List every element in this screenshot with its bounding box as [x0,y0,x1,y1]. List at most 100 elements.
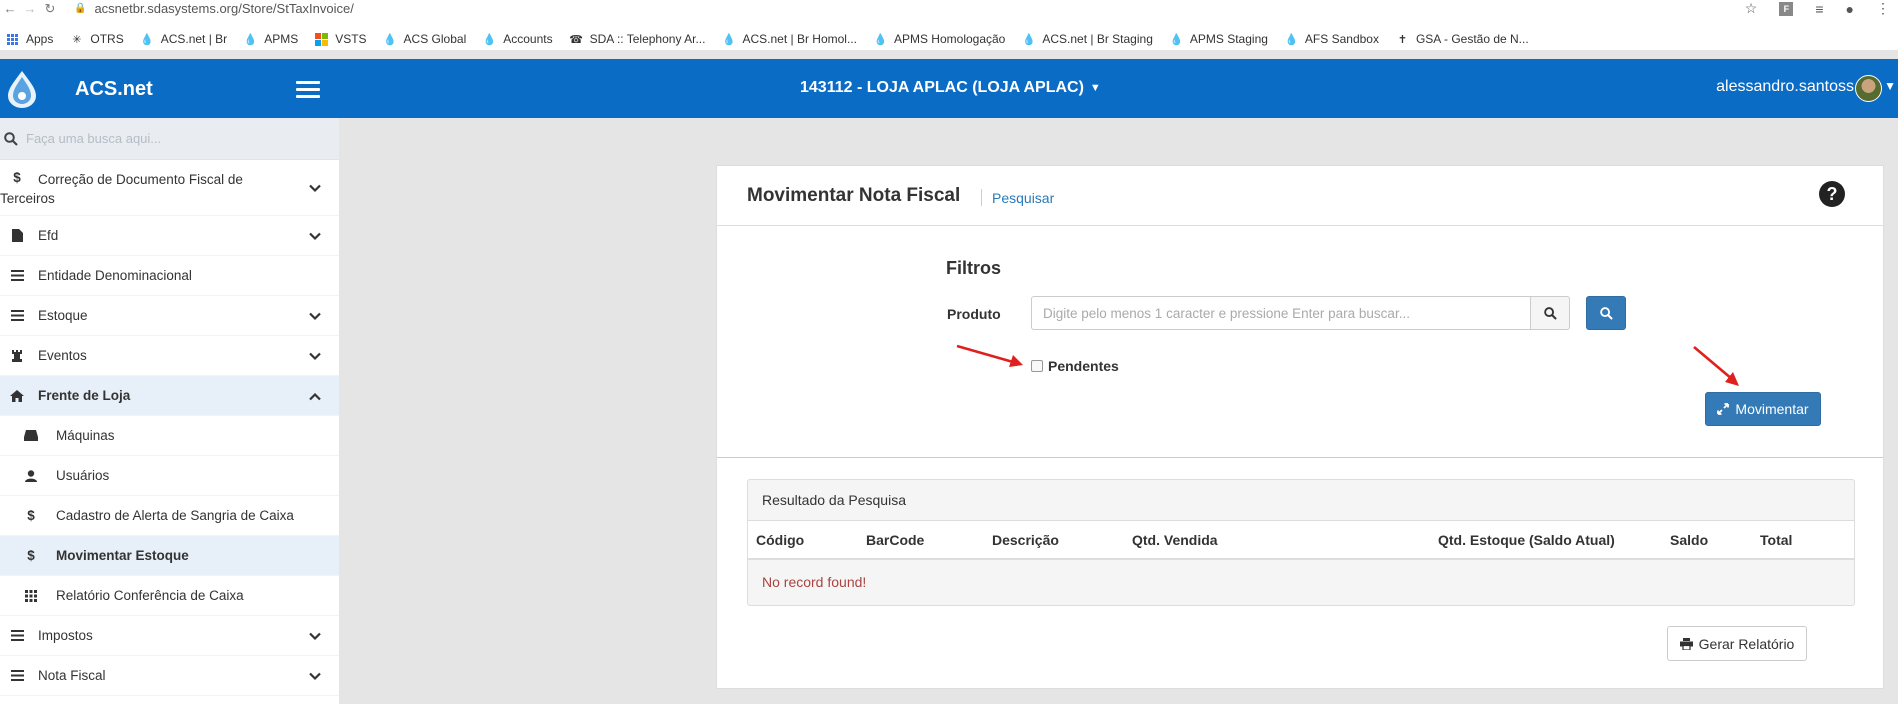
bookmark-acsnet-homol[interactable]: 💧 ACS.net | Br Homol... [722,32,857,46]
list-icon [6,630,28,641]
sidebar-item-estoque[interactable]: Estoque [0,296,339,336]
reload-icon[interactable]: ↻ [40,1,60,17]
url-field[interactable]: 🔒 acsnetbr.sdasystems.org/Store/StTaxInv… [74,1,354,16]
acs-drop-icon: 💧 [1022,33,1036,46]
bookmark-acsnet-staging[interactable]: 💧 ACS.net | Br Staging [1022,32,1153,46]
reading-list-icon[interactable]: ≡ [1815,1,1823,17]
bookmark-vsts[interactable]: VSTS [315,32,367,46]
brand-name[interactable]: ACS.net [75,78,153,101]
sidebar-item-maquinas[interactable]: Máquinas [0,416,339,456]
pending-checkbox[interactable] [1031,360,1043,372]
user-icon [20,469,42,482]
chevron-down-icon [309,668,321,683]
file-icon [6,229,28,242]
sidebar-item-entidade[interactable]: Entidade Denominacional [0,256,339,296]
menu-toggle-icon[interactable] [296,81,320,102]
sidebar-item-label: Impostos [38,628,93,643]
more-menu-icon[interactable]: ⋮ [1876,0,1890,17]
avatar[interactable] [1855,75,1882,102]
sidebar-item-usuarios[interactable]: Usuários [0,456,339,496]
table-row: No record found! [748,559,1854,603]
extension-icon[interactable]: F [1779,1,1794,16]
store-selector[interactable]: 143112 - LOJA APLAC (LOJA APLAC) ▼ [800,79,1101,97]
column-header[interactable]: Qtd. Vendida [1124,521,1430,560]
sidebar-item-correcao[interactable]: $ Correção de Documento Fiscal de Tercei… [0,160,339,216]
star-burst-icon: ✳ [72,33,82,46]
search-icon [1599,306,1613,320]
bookmark-star-icon[interactable]: ☆ [1745,0,1758,17]
bookmark-apms-homol[interactable]: 💧 APMS Homologação [873,32,1006,46]
bookmark-label: GSA - Gestão de N... [1415,32,1529,46]
column-header[interactable]: Descrição [984,521,1124,560]
result-panel: Resultado da Pesquisa Código BarCode Des… [747,479,1855,606]
bookmarks-bar: Apps ✳ OTRS 💧 ACS.net | Br 💧 APMS VSTS 💧… [0,28,1898,50]
bookmark-label: OTRS [90,32,124,46]
back-icon[interactable]: ← [0,1,20,16]
sidebar-item-impostos[interactable]: Impostos [0,616,339,656]
search-icon [1543,306,1557,320]
column-header[interactable]: Código [748,521,858,560]
acs-drop-icon: 💧 [243,33,258,46]
acs-drop-icon: 💧 [1169,33,1184,46]
profile-icon[interactable]: ● [1846,1,1854,17]
sidebar-item-relatorio-conferencia[interactable]: Relatório Conferência de Caixa [0,576,339,616]
sidebar-item-label: Estoque [38,308,88,323]
filters-title: Filtros [946,258,1002,278]
bookmark-apms-staging[interactable]: 💧 APMS Staging [1170,32,1268,46]
column-header[interactable]: Saldo [1662,521,1752,560]
chess-rook-icon [6,349,28,362]
column-header[interactable]: BarCode [858,521,984,560]
move-button[interactable]: Movimentar [1705,392,1821,426]
product-label: Produto [947,306,1001,322]
pending-label: Pendentes [1048,358,1119,374]
browser-address-bar: ← → ↻ 🔒 acsnetbr.sdasystems.org/Store/St… [0,0,1898,17]
store-name: 143112 - LOJA APLAC (LOJA APLAC) [800,79,1084,96]
chrome-spacer [0,17,1898,28]
bookmark-sda-telephony[interactable]: ☎ SDA :: Telephony Ar... [569,32,706,46]
dollar-icon: $ [13,170,21,185]
result-table: Código BarCode Descrição Qtd. Vendida Qt… [748,521,1854,603]
app-header: ACS.net 143112 - LOJA APLAC (LOJA APLAC)… [0,59,1898,118]
product-search-addon[interactable] [1530,296,1570,330]
sidebar-item-nota-fiscal[interactable]: Nota Fiscal [0,656,339,696]
bookmark-gsa[interactable]: ✝ GSA - Gestão de N... [1396,32,1529,46]
bookmark-acs-global[interactable]: 💧 ACS Global [383,32,466,46]
bookmark-accounts[interactable]: 💧 Accounts [483,32,553,46]
help-icon[interactable]: ? [1819,181,1845,207]
chevron-down-icon[interactable]: ▼ [1884,79,1896,93]
sidebar-item-frente-de-loja[interactable]: Frente de Loja [0,376,339,416]
column-header[interactable]: Total [1752,521,1854,560]
bookmark-otrs[interactable]: ✳ OTRS [70,32,123,46]
search-link[interactable]: Pesquisar [992,190,1054,206]
acs-drop-icon: 💧 [140,33,155,46]
bookmark-acsnet-br[interactable]: 💧 ACS.net | Br [140,32,227,46]
chevron-down-icon [309,308,321,323]
generate-report-button[interactable]: Gerar Relatório [1667,626,1807,661]
sidebar-item-label: Entidade Denominacional [38,268,192,283]
bookmark-label: ACS.net | Br Staging [1042,32,1153,46]
sidebar-item-movimentar-estoque[interactable]: $ Movimentar Estoque [0,536,339,576]
phone-icon: ☎ [569,33,583,46]
sidebar-item-cadastro-alerta[interactable]: $ Cadastro de Alerta de Sangria de Caixa [0,496,339,536]
bookmark-afs-sandbox[interactable]: 💧 AFS Sandbox [1285,32,1379,46]
sidebar-search-input[interactable] [26,131,306,146]
bookmark-apps[interactable]: Apps [6,32,53,46]
product-input[interactable] [1031,296,1531,330]
forward-icon[interactable]: → [20,1,40,16]
bookmark-apms[interactable]: 💧 APMS [244,32,298,46]
title-separator [981,189,982,206]
sidebar-item-efd[interactable]: Efd [0,216,339,256]
column-header[interactable]: Qtd. Estoque (Saldo Atual) [1430,521,1662,560]
user-name[interactable]: alessandro.santoss [1716,78,1854,96]
bookmark-label: ACS.net | Br Homol... [742,32,857,46]
table-header-row: Código BarCode Descrição Qtd. Vendida Qt… [748,521,1854,560]
pending-filter[interactable]: Pendentes [1031,358,1119,374]
product-search-button[interactable] [1586,296,1626,330]
sidebar-item-eventos[interactable]: Eventos [0,336,339,376]
url-text: acsnetbr.sdasystems.org/Store/StTaxInvoi… [94,1,354,16]
bookmark-label: APMS Homologação [893,32,1006,46]
bookmark-label: SDA :: Telephony Ar... [589,32,706,46]
chevron-down-icon: ▼ [1089,82,1101,94]
acs-drop-icon: 💧 [873,33,888,46]
dollar-icon: $ [27,548,35,563]
